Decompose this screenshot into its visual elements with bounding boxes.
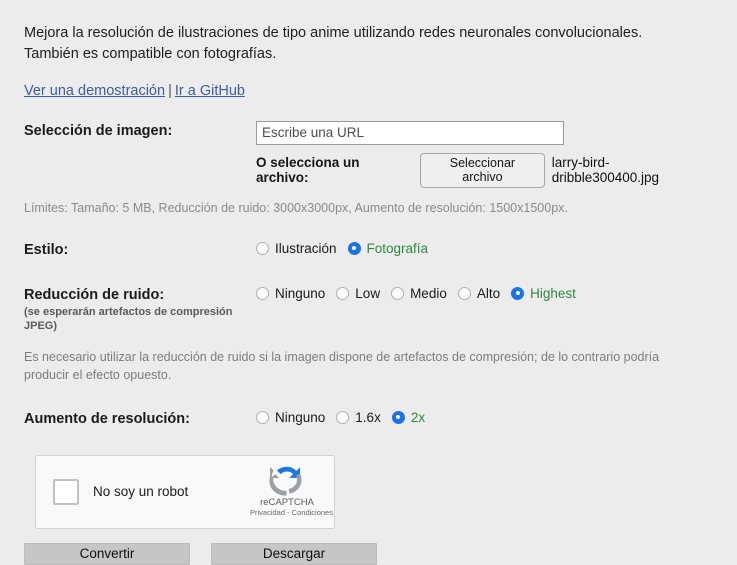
recaptcha-checkbox[interactable]: [53, 478, 79, 505]
file-prompt-label: O selecciona un archivo:: [256, 155, 360, 185]
waifu2x-page: Mejora la resolución de ilustraciones de…: [0, 15, 737, 565]
radio-icon[interactable]: [336, 410, 350, 424]
image-selection-label: Selección de imagen:: [24, 122, 173, 139]
convert-button[interactable]: Convertir: [24, 542, 190, 565]
style-radio-group: Ilustración Fotografía: [256, 240, 713, 256]
radio-icon[interactable]: [256, 286, 269, 300]
scale-option-label: 2x: [410, 409, 426, 425]
noise-option-label: Alto: [476, 285, 501, 301]
noise-option-ninguno[interactable]: Ninguno: [256, 286, 325, 301]
noise-radio-group: Ninguno Low Medio Alto Highest: [256, 285, 713, 301]
limits-text: Límites: Tamaño: 5 MB, Reducción de ruid…: [24, 200, 568, 215]
scale-radio-group: Ninguno 1.6x 2x: [256, 409, 713, 425]
radio-icon[interactable]: [347, 241, 361, 255]
noise-option-label: Low: [355, 285, 381, 301]
style-row: Estilo: Ilustración Fotografía: [24, 240, 713, 258]
select-file-button[interactable]: Seleccionar archivo: [420, 152, 545, 188]
radio-icon[interactable]: [511, 286, 525, 300]
noise-option-label: Ninguno: [275, 285, 326, 301]
recaptcha-branding: reCAPTCHA Privacidad - Condiciones: [250, 462, 333, 518]
recaptcha-logo-icon: [269, 466, 302, 496]
selected-file-name: larry-bird-dribble300400.jpg: [551, 155, 660, 185]
noise-reduction-label-block: Reducción de ruido: (se esperarán artefa…: [24, 285, 256, 333]
radio-icon[interactable]: [391, 286, 405, 300]
style-option-fotografia[interactable]: Fotografía: [347, 240, 429, 256]
noise-reduction-label: Reducción de ruido:: [24, 286, 165, 303]
scale-option-label: Ninguno: [275, 409, 326, 425]
recaptcha-checkbox-label: No soy un robot: [93, 484, 189, 499]
demo-link[interactable]: Ver una demostración: [24, 83, 165, 99]
radio-icon[interactable]: [336, 286, 350, 300]
noise-option-highest[interactable]: Highest: [511, 286, 576, 301]
radio-icon[interactable]: [391, 410, 405, 424]
noise-reduction-sublabel: (se esperarán artefactos de compresión J…: [24, 305, 233, 332]
download-button[interactable]: Descargar: [211, 542, 377, 565]
noise-reduction-row: Reducción de ruido: (se esperarán artefa…: [24, 285, 713, 333]
noise-option-medio[interactable]: Medio: [391, 286, 447, 301]
scale-label: Aumento de resolución:: [24, 410, 190, 427]
style-option-label: Ilustración: [275, 240, 337, 256]
recaptcha-legal-links[interactable]: Privacidad - Condiciones: [250, 508, 333, 518]
image-selection-row: Selección de imagen: O selecciona un arc…: [24, 120, 713, 188]
noise-option-low[interactable]: Low: [336, 286, 380, 301]
scale-option-ninguno[interactable]: Ninguno: [256, 410, 325, 425]
recaptcha-widget[interactable]: No soy un robot reCAPTCHA Privacidad - C…: [35, 454, 335, 529]
style-option-ilustracion[interactable]: Ilustración: [256, 241, 337, 256]
file-picker-line: O selecciona un archivo: Seleccionar arc…: [256, 152, 713, 188]
url-input[interactable]: [256, 120, 564, 145]
noise-reduction-note: Es necesario utilizar la reducción de ru…: [24, 349, 660, 382]
noise-option-alto[interactable]: Alto: [457, 285, 501, 301]
image-selection-field: O selecciona un archivo: Seleccionar arc…: [256, 120, 713, 188]
scale-option-2x[interactable]: 2x: [391, 409, 426, 425]
noise-option-label: Medio: [410, 285, 447, 301]
intro-links: Ver una demostración | Ir a GitHub: [24, 81, 713, 101]
recaptcha-brand-name: reCAPTCHA: [260, 496, 314, 508]
link-separator: |: [168, 82, 172, 99]
radio-icon[interactable]: [457, 286, 471, 300]
radio-icon[interactable]: [256, 241, 269, 255]
radio-icon[interactable]: [256, 410, 269, 424]
noise-option-label: Highest: [530, 285, 576, 301]
intro-description: Mejora la resolución de ilustraciones de…: [24, 24, 643, 62]
scale-option-1-6x[interactable]: 1.6x: [336, 410, 381, 425]
scale-option-label: 1.6x: [355, 409, 381, 425]
github-link[interactable]: Ir a GitHub: [175, 83, 245, 99]
action-button-row: Convertir Descargar: [24, 542, 713, 565]
style-option-label: Fotografía: [366, 240, 429, 256]
style-label: Estilo:: [24, 241, 69, 258]
scale-row: Aumento de resolución: Ninguno 1.6x 2x: [24, 409, 713, 427]
